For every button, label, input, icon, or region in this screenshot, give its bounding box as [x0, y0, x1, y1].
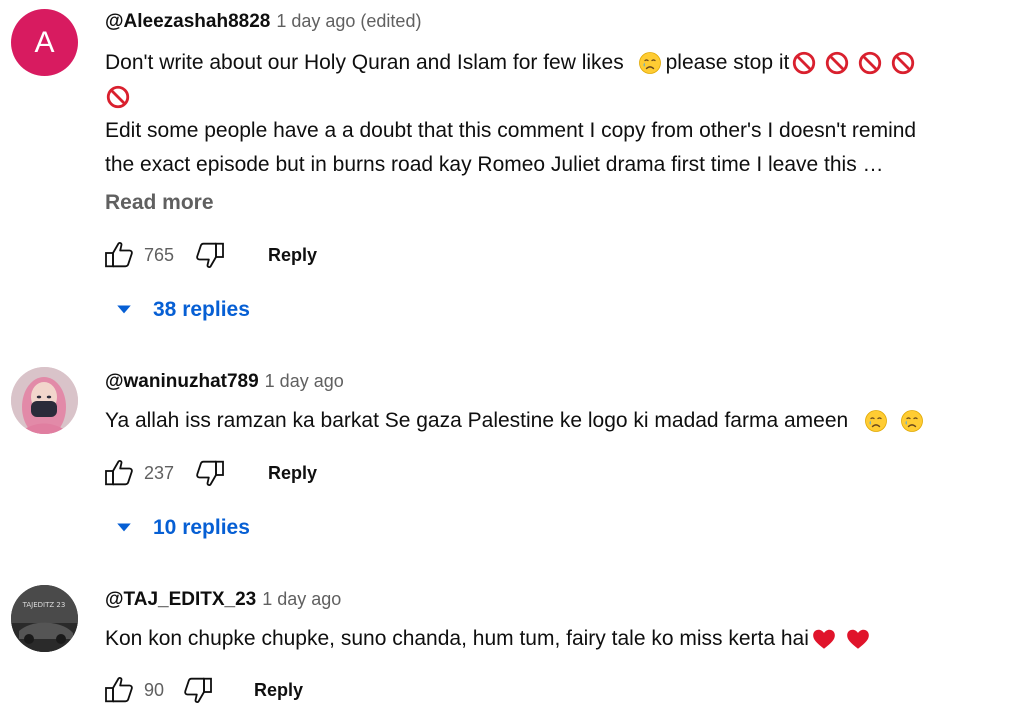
comment-timestamp[interactable]: 1 day ago: [262, 589, 341, 609]
avatar[interactable]: TAJEDITZ 23: [11, 585, 78, 652]
avatar-image: TAJEDITZ 23: [11, 585, 78, 652]
red-heart-emoji: [811, 626, 837, 652]
thumbs-up-icon[interactable]: [103, 674, 135, 706]
red-heart-emoji: [845, 626, 871, 652]
comment-header: @TAJ_EDITX_23 1 day ago: [105, 589, 341, 611]
comment-author[interactable]: @TAJ_EDITX_23: [105, 589, 256, 610]
comment-text-line: Kon kon chupke chupke, suno chanda, hum …: [105, 622, 1010, 656]
thumbs-down-icon[interactable]: [182, 674, 214, 706]
comment-text: Kon kon chupke chupke, suno chanda, hum …: [105, 622, 1010, 656]
comment-actions: 90 Reply: [103, 673, 303, 707]
avatar-logo-text: TAJEDITZ 23: [22, 601, 66, 609]
comment-thread: TAJEDITZ 23 @TAJ_EDITX_23 1 day ago Kon k…: [0, 0, 1024, 718]
reply-button[interactable]: Reply: [254, 680, 303, 701]
like-count: 90: [144, 679, 165, 700]
comment-text-part: Kon kon chupke chupke, suno chanda, hum …: [105, 627, 809, 650]
